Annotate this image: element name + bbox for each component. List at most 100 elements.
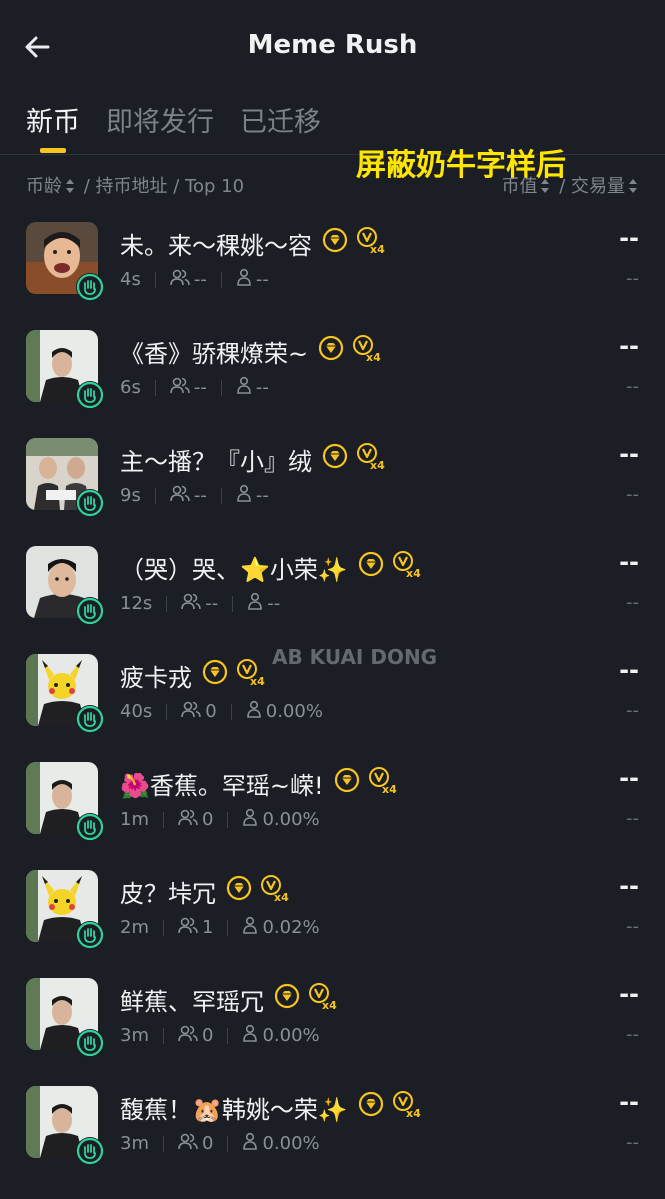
separator: [166, 595, 168, 612]
svg-text:x4: x4: [250, 675, 265, 686]
top10-icon: [246, 700, 262, 723]
sort-icon: [66, 179, 74, 193]
token-row[interactable]: 🌺香蕉。罕瑶~嵘! x4 1m 0 0.00% -- --: [0, 758, 665, 866]
token-name: 疲卡戎: [120, 663, 192, 692]
top10-icon: [236, 376, 252, 399]
token-market-cap: --: [619, 656, 639, 684]
diamond-coin-icon: [202, 659, 228, 691]
token-stats: 3m 0 0.00%: [120, 1132, 320, 1155]
tab-upcoming[interactable]: 即将发行: [106, 100, 214, 139]
token-top10: 0.00%: [265, 701, 323, 722]
separator: [230, 703, 232, 720]
token-volume: --: [626, 592, 639, 613]
svg-text:x4: x4: [322, 999, 337, 1010]
token-name-line: 《香》骄稞燎荣~ x4: [120, 334, 382, 368]
holders-icon: [178, 916, 198, 939]
separator: [227, 1135, 229, 1152]
v-x4-icon: x4: [392, 1090, 422, 1124]
token-volume: --: [626, 1024, 639, 1045]
active-tab-indicator: [40, 148, 66, 153]
separator: [220, 487, 222, 504]
token-age: 9s: [120, 485, 141, 506]
token-name: （哭）哭、⭐小荣✨: [120, 555, 348, 584]
hand-badge-icon: [76, 1137, 104, 1165]
token-top10: 0.00%: [262, 809, 320, 830]
svg-text:x4: x4: [406, 1107, 421, 1118]
token-name-line: 馥蕉！🐹韩姚～荣✨ x4: [120, 1090, 422, 1124]
sort-left[interactable]: 币龄 / 持币地址 / Top 10: [26, 172, 244, 198]
top10-icon: [242, 808, 258, 831]
token-age: 3m: [120, 1025, 149, 1046]
hand-badge-icon: [76, 381, 104, 409]
sort-icon: [629, 179, 637, 193]
token-holders: --: [193, 377, 207, 398]
token-row[interactable]: 皮？垰冗 x4 2m 1 0.02% -- --: [0, 866, 665, 974]
diamond-coin-icon: [358, 1091, 384, 1123]
separator: [227, 1027, 229, 1044]
token-age: 2m: [120, 917, 149, 938]
token-volume: --: [626, 268, 639, 289]
token-name: 主～播？『小』绒: [120, 447, 312, 476]
diamond-coin-icon: [274, 983, 300, 1015]
sort-bar: 币龄 / 持币地址 / Top 10 币值 / 交易量: [26, 172, 641, 198]
token-row[interactable]: 鲜蕉、罕瑶冗 x4 3m 0 0.00% -- --: [0, 974, 665, 1082]
page-title: Meme Rush: [247, 30, 418, 60]
token-row[interactable]: 《香》骄稞燎荣~ x4 6s -- -- -- --: [0, 326, 665, 434]
svg-text:x4: x4: [406, 567, 421, 578]
token-name-line: 鲜蕉、罕瑶冗 x4: [120, 982, 338, 1016]
token-name-line: 主～播？『小』绒 x4: [120, 442, 386, 476]
token-row[interactable]: 馥蕉！🐹韩姚～荣✨ x4 3m 0 0.00% -- --: [0, 1082, 665, 1190]
top10-icon: [242, 916, 258, 939]
token-age: 40s: [120, 701, 153, 722]
sort-right[interactable]: 币值 / 交易量: [501, 172, 641, 198]
separator: [227, 811, 229, 828]
token-top10: --: [255, 485, 269, 506]
top10-icon: [242, 1024, 258, 1047]
token-market-cap: --: [619, 1088, 639, 1116]
diamond-coin-icon: [334, 767, 360, 799]
token-row[interactable]: 未。来～稞姚～容 x4 4s -- -- -- --: [0, 218, 665, 326]
svg-text:x4: x4: [274, 891, 289, 902]
holders-icon: [170, 376, 190, 399]
tab-new-coins[interactable]: 新币: [26, 100, 80, 139]
holders-icon: [178, 1132, 198, 1155]
token-stats: 9s -- --: [120, 484, 269, 507]
v-x4-icon: x4: [260, 874, 290, 908]
token-holders: 0: [202, 1025, 214, 1046]
svg-text:x4: x4: [366, 351, 381, 362]
sort-icon: [541, 179, 550, 193]
token-volume: --: [626, 808, 639, 829]
tab-migrated[interactable]: 已迁移: [240, 100, 321, 139]
hand-badge-icon: [76, 813, 104, 841]
hand-badge-icon: [76, 597, 104, 625]
diamond-coin-icon: [322, 443, 348, 475]
token-name-line: 🌺香蕉。罕瑶~嵘! x4: [120, 766, 398, 800]
token-row[interactable]: （哭）哭、⭐小荣✨ x4 12s -- -- -- --: [0, 542, 665, 650]
token-holders: 0: [202, 809, 214, 830]
sort-age-label: 币龄: [26, 176, 62, 197]
separator: [163, 1135, 164, 1152]
token-top10: --: [255, 377, 269, 398]
v-x4-icon: x4: [392, 550, 422, 584]
token-volume: --: [626, 1132, 639, 1153]
token-volume: --: [626, 700, 639, 721]
svg-text:x4: x4: [370, 459, 385, 470]
token-name-line: 皮？垰冗 x4: [120, 874, 290, 908]
token-market-cap: --: [619, 872, 639, 900]
token-market-cap: --: [619, 440, 639, 468]
top10-icon: [236, 484, 252, 507]
header: Meme Rush: [0, 0, 665, 96]
token-holders: 0: [205, 701, 217, 722]
separator: [227, 919, 229, 936]
token-holders: --: [205, 593, 219, 614]
holders-icon: [178, 808, 198, 831]
token-name-line: 未。来～稞姚～容 x4: [120, 226, 386, 260]
v-x4-icon: x4: [352, 334, 382, 368]
holders-icon: [170, 268, 190, 291]
token-market-cap: --: [619, 224, 639, 252]
v-x4-icon: x4: [308, 982, 338, 1016]
token-top10: 0.00%: [262, 1133, 320, 1154]
top10-icon: [242, 1132, 258, 1155]
v-x4-icon: x4: [356, 226, 386, 260]
token-row[interactable]: 主～播？『小』绒 x4 9s -- -- -- --: [0, 434, 665, 542]
